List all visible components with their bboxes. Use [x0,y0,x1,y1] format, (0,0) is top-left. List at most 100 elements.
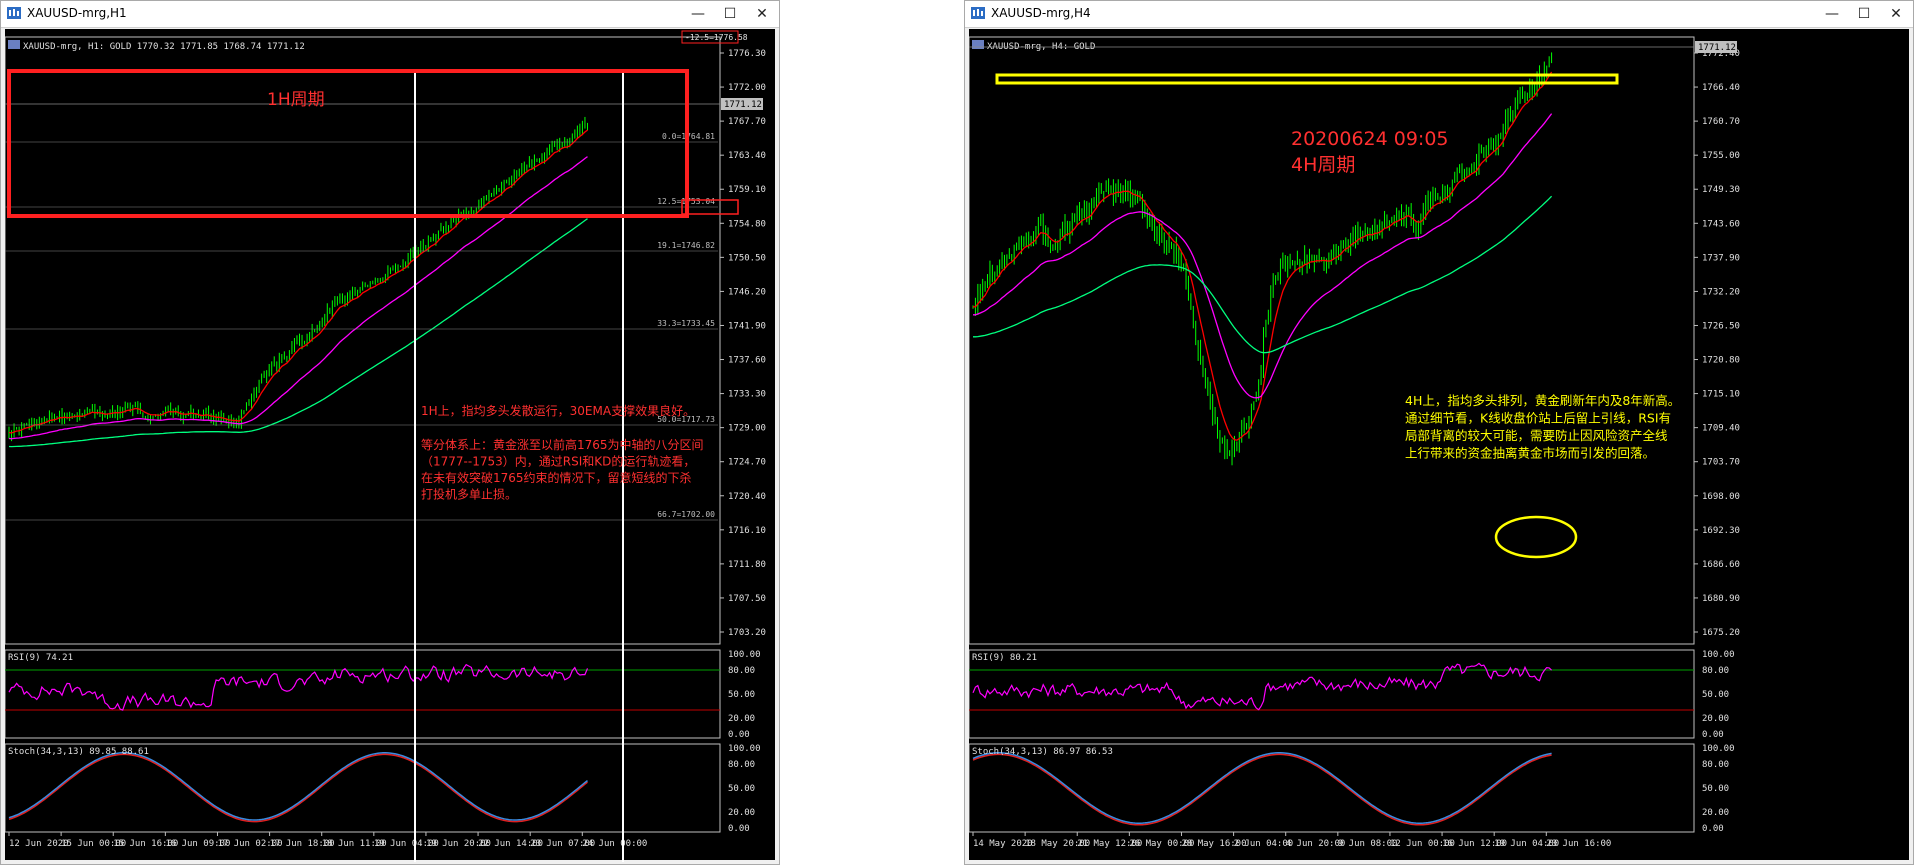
price-axis-label: 1763.40 [728,151,766,161]
window-titlebar[interactable]: XAUUSD-mrg,H1 — ☐ ✕ [1,1,779,28]
chart-window-h4[interactable]: XAUUSD-mrg,H4 — ☐ ✕ XAUUSD-mrg, H4: GOLD… [964,0,1914,865]
symbol-icon [972,40,984,49]
price-axis-label: 1707.50 [728,594,766,604]
price-axis-label: 1746.20 [728,287,766,297]
window-title: XAUUSD-mrg,H4 [991,6,1091,20]
chart-header: XAUUSD-mrg, H1: GOLD 1770.32 1771.85 176… [23,42,305,52]
stoch-pane [968,743,1695,833]
main-pane [4,36,721,645]
annotation-line: 4H上，指均多头排列，黄金刷新年内及8年新高。 [1405,393,1680,408]
price-axis-label: 1698.00 [1702,492,1740,502]
rsi-line [8,663,589,711]
chart-window-icon [7,7,21,19]
stoch-signal-line [972,753,1552,826]
price-axis-label: 1716.10 [728,526,766,536]
annotation-line: 打投机多单止损。 [421,487,517,502]
ema-slow-line [973,195,1553,354]
price-axis-label: 1732.20 [1702,287,1740,297]
rsi-label: RSI(9) 74.21 [8,653,73,663]
stoch-axis-label: 50.00 [1702,784,1729,794]
chart-window-h1[interactable]: XAUUSD-mrg,H1 — ☐ ✕ XAUUSD-mrg, H1: GOLD… [0,0,780,865]
close-icon[interactable]: ✕ [747,3,777,25]
close-icon[interactable]: ✕ [1881,3,1911,25]
maximize-icon[interactable]: ☐ [715,3,745,25]
maximize-icon[interactable]: ☐ [1849,3,1879,25]
date-axis-label: 23 Jun 16:00 [1546,839,1611,849]
rsi-label: RSI(9) 80.21 [972,653,1037,663]
price-axis-label: 1760.70 [1702,117,1740,127]
price-axis-label: 1675.20 [1702,628,1740,638]
rsi-axis-label: 20.00 [1702,714,1729,724]
minimize-icon[interactable]: — [1817,3,1847,25]
stoch-axis-label: 100.00 [1702,744,1735,754]
window-title: XAUUSD-mrg,H1 [27,6,127,20]
rsi-axis-label: 0.00 [1702,730,1724,740]
stoch-axis-label: 0.00 [728,824,750,834]
date-axis-label: 24 Jun 00:00 [582,839,647,849]
period-label: 1H周期 [267,90,325,110]
annotation-line: 在未有效突破1765约束的情况下，留意短线的下杀 [421,470,692,485]
price-axis-label: 1754.80 [728,219,766,229]
fib-level-label: 19.1=1746.82 [657,241,715,250]
price-axis-label: 1709.40 [1702,424,1740,434]
range-highlight-box [7,69,689,218]
symbol-icon [8,40,20,49]
stoch-label: Stoch(34,3,13) 86.97 86.53 [972,747,1113,757]
date-axis-label: 12 Jun 2020 [9,839,69,849]
top-marker-label: -12.5=1776.58 [685,33,748,42]
rsi-axis-label: 0.00 [728,730,750,740]
price-axis-label: 1715.10 [1702,390,1740,400]
annotation-line: 1H上，指均多头发散运行，30EMA支撑效果良好。 [421,403,695,418]
stoch-axis-label: 20.00 [1702,808,1729,818]
price-axis-label: 1729.00 [728,424,766,434]
chart-timestamp-label: 20200624 09:05 [1291,128,1449,150]
fib-level-label: 66.7=1702.00 [657,510,715,519]
rsi-axis-label: 20.00 [728,714,755,724]
price-axis-label: 1733.30 [728,390,766,400]
stoch-label: Stoch(34,3,13) 89.85 88.61 [8,747,149,757]
price-axis-label: 1776.30 [728,49,766,59]
resistance-box [995,73,1619,85]
stoch-main-line [972,752,1552,824]
price-axis-label: 1766.40 [1702,83,1740,93]
rsi-axis-label: 100.00 [728,650,761,660]
chart-area[interactable]: XAUUSD-mrg, H1: GOLD 1770.32 1771.85 176… [4,29,777,865]
price-axis-label: 1741.90 [728,321,766,331]
price-axis-label: 1759.10 [728,185,766,195]
price-axis-label: 1720.40 [728,492,766,502]
annotation-line: （1777--1753）内，通过RSI和KD的运行轨迹看， [421,454,695,469]
chart-canvas[interactable]: XAUUSD-mrg, H4: GOLD1772.401766.401760.7… [968,29,1911,862]
divergence-highlight [1494,515,1578,559]
annotation-line: 上行带来的资金抽离黄金市场而引发的回落。 [1405,446,1655,461]
price-axis-label: 1750.50 [728,253,766,263]
chart-area[interactable]: XAUUSD-mrg, H4: GOLD 1772.40 1766.40 1760.7… [968,29,1911,862]
price-axis-label: 1724.70 [728,458,766,468]
window-titlebar[interactable]: XAUUSD-mrg,H4 — ☐ ✕ [965,1,1913,28]
current-price-label: 1771.12 [724,100,762,110]
ema-mid-line [8,156,588,440]
rsi-axis-label: 50.00 [728,690,755,700]
chart-canvas[interactable]: XAUUSD-mrg, H1: GOLD 1770.32 1771.85 176… [4,29,777,865]
current-price-label: 1771.12 [1698,43,1736,53]
price-axis-label: 1737.90 [1702,253,1740,263]
price-axis-label: 1711.80 [728,560,766,570]
rsi-axis-label: 80.00 [1702,666,1729,676]
date-axis-label: 2 Jun 04:00 [1234,839,1294,849]
annotation-line: 等分体系上：黄金涨至以前高1765为中轴的八分区间 [421,437,704,452]
minimize-icon[interactable]: — [683,3,713,25]
price-axis-label: 1703.70 [1702,458,1740,468]
stoch-axis-label: 0.00 [1702,824,1724,834]
price-axis-label: 1686.60 [1702,560,1740,570]
stoch-signal-line [8,753,588,823]
rsi-axis-label: 50.00 [1702,690,1729,700]
stoch-axis-label: 100.00 [728,744,761,754]
stoch-main-line [8,752,588,821]
date-axis-label: 9 Jun 08:00 [1338,839,1398,849]
price-axis-label: 1749.30 [1702,185,1740,195]
ema-mid-line [973,113,1553,399]
price-axis-label: 1720.80 [1702,356,1740,366]
stoch-axis-label: 50.00 [728,784,755,794]
price-axis-label: 1772.00 [728,83,766,93]
rsi-pane [4,649,721,739]
period-label: 4H周期 [1291,154,1355,176]
